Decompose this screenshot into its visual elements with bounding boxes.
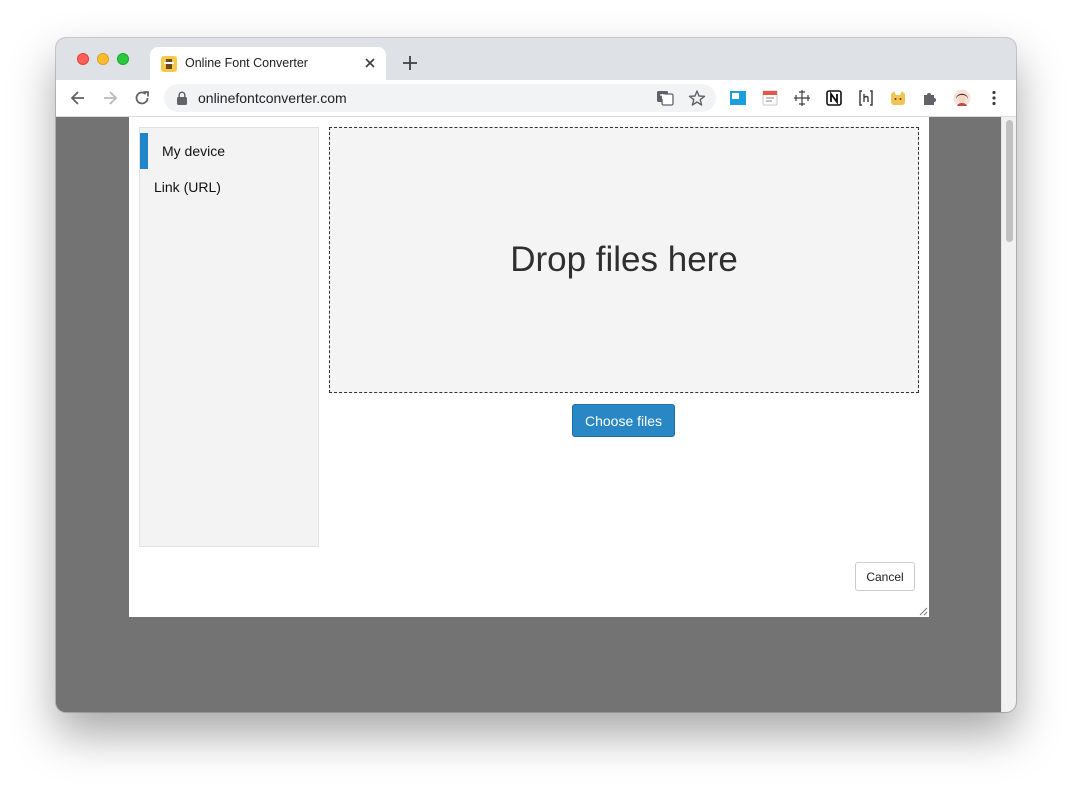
new-tab-icon[interactable] bbox=[401, 54, 419, 72]
scrollbar-thumb[interactable] bbox=[1006, 120, 1013, 242]
url-text[interactable]: onlinefontconverter.com bbox=[198, 90, 347, 106]
kebab-menu-icon[interactable] bbox=[985, 89, 1003, 107]
source-item-label: Link (URL) bbox=[154, 179, 221, 195]
screenshot-extension-icon[interactable] bbox=[729, 89, 747, 107]
lock-icon bbox=[177, 91, 187, 105]
calendar-extension-icon[interactable] bbox=[761, 89, 779, 107]
address-bar[interactable]: onlinefontconverter.com bbox=[164, 84, 716, 112]
forward-icon[interactable] bbox=[100, 88, 120, 108]
cat-extension-icon[interactable] bbox=[889, 89, 907, 107]
window-minimize-button[interactable] bbox=[97, 53, 109, 65]
browser-toolbar: onlinefontconverter.com bbox=[56, 80, 1016, 117]
puzzle-extensions-icon[interactable] bbox=[921, 89, 939, 107]
file-picker-dialog: My device Link (URL) Drop files here Cho… bbox=[129, 117, 929, 617]
bookmark-star-icon[interactable] bbox=[688, 89, 706, 107]
source-item-label: My device bbox=[162, 143, 226, 159]
drop-zone[interactable]: Drop files here bbox=[329, 127, 919, 393]
notion-icon[interactable] bbox=[825, 89, 843, 107]
profile-avatar[interactable] bbox=[953, 89, 971, 107]
font-converter-favicon bbox=[161, 56, 177, 72]
tab-title: Online Font Converter bbox=[185, 56, 308, 70]
page-viewport: My device Link (URL) Drop files here Cho… bbox=[56, 117, 1001, 712]
drop-zone-text: Drop files here bbox=[510, 240, 738, 279]
window-close-button[interactable] bbox=[77, 53, 89, 65]
browser-window: Online Font Converter onlinefontconverte… bbox=[56, 38, 1016, 712]
cancel-button[interactable]: Cancel bbox=[855, 562, 915, 591]
back-icon[interactable] bbox=[68, 88, 88, 108]
active-source-marker bbox=[140, 133, 148, 169]
move-extension-icon[interactable] bbox=[793, 89, 811, 107]
source-item-link-url[interactable]: Link (URL) bbox=[140, 169, 318, 205]
hackmd-icon[interactable] bbox=[857, 89, 875, 107]
close-tab-icon[interactable] bbox=[362, 55, 378, 71]
resize-grip-icon[interactable] bbox=[918, 606, 928, 616]
vertical-scrollbar[interactable] bbox=[1001, 117, 1016, 712]
window-maximize-button[interactable] bbox=[117, 53, 129, 65]
reload-icon[interactable] bbox=[132, 88, 152, 108]
translate-icon[interactable] bbox=[656, 89, 674, 107]
browser-tab[interactable]: Online Font Converter bbox=[150, 47, 386, 80]
title-bar: Online Font Converter bbox=[56, 38, 1016, 80]
source-item-my-device[interactable]: My device bbox=[140, 133, 318, 169]
choose-files-button[interactable]: Choose files bbox=[572, 404, 675, 437]
source-list: My device Link (URL) bbox=[139, 127, 319, 547]
